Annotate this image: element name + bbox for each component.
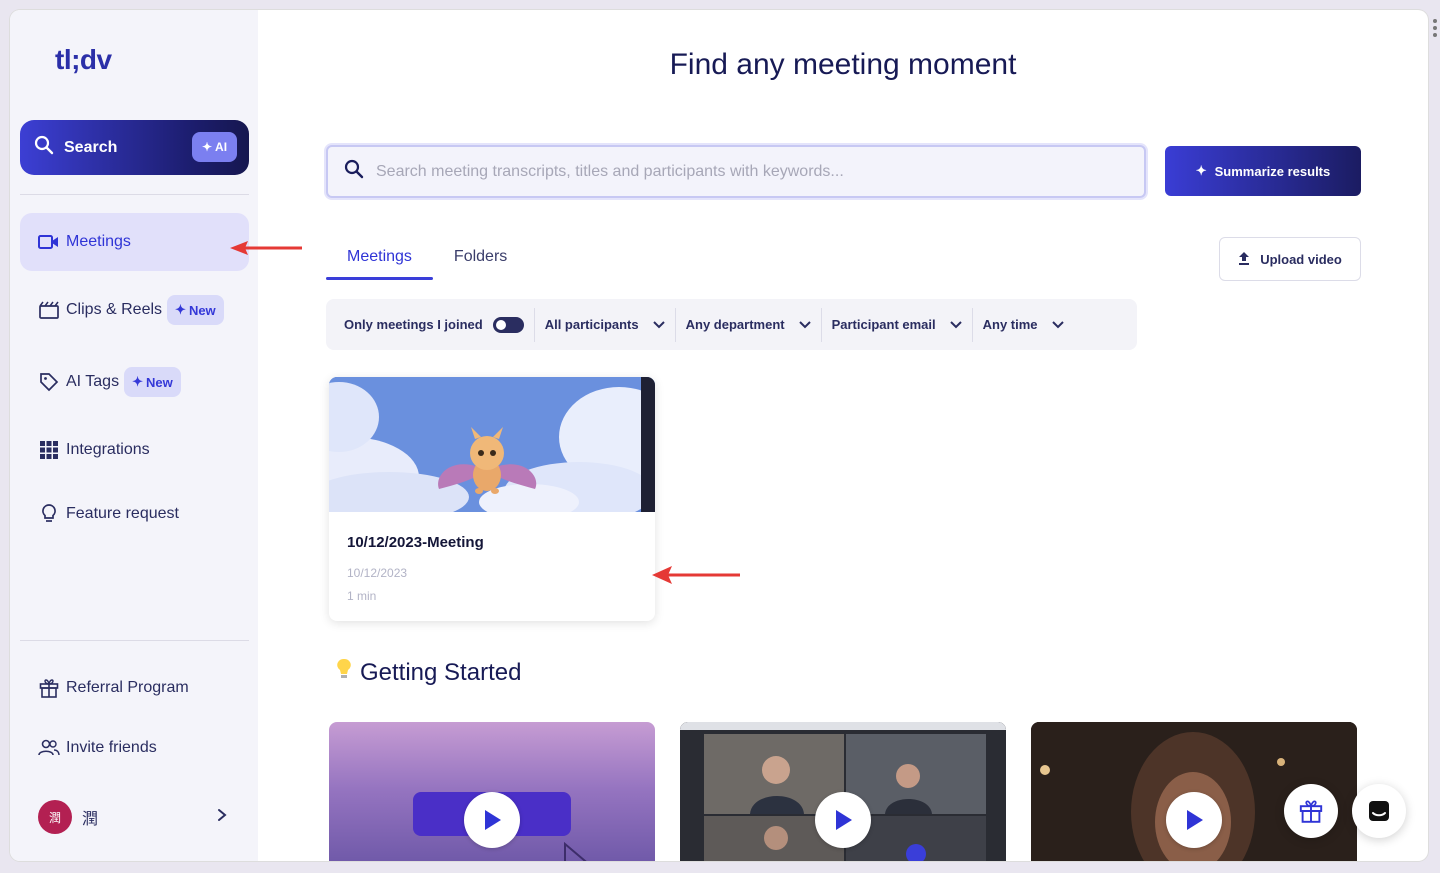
user-menu[interactable]: 潤 潤	[20, 788, 249, 846]
gift-button[interactable]	[1284, 784, 1338, 838]
tabs: Meetings Folders	[326, 238, 528, 280]
getting-started-video[interactable]	[680, 722, 1006, 861]
sidebar-item-label: Clips & Reels	[66, 301, 163, 318]
sidebar-item-label: Feature request	[66, 505, 179, 522]
play-icon	[1187, 810, 1203, 830]
participants-dropdown[interactable]: All participants	[533, 307, 675, 342]
tag-icon	[38, 371, 60, 393]
meeting-duration: 1 min	[347, 589, 377, 603]
participant-email-dropdown[interactable]: Participant email	[820, 307, 972, 342]
new-badge: ✦ New	[167, 295, 224, 325]
tldv-logo[interactable]: tl;dv	[55, 44, 112, 76]
sidebar-item-clips-reels[interactable]: Clips & Reels ✦ New	[20, 281, 249, 339]
sidebar-item-meetings[interactable]: Meetings	[20, 213, 249, 271]
user-name: 潤	[82, 811, 99, 828]
time-label: Any time	[982, 317, 1038, 332]
summarize-results-label: Summarize results	[1214, 163, 1331, 179]
chevron-down-icon	[798, 320, 811, 329]
chat-icon	[1369, 801, 1389, 821]
sidebar-item-invite-friends[interactable]: Invite friends	[20, 719, 249, 777]
sparkle-icon: ✦	[175, 302, 186, 317]
chevron-right-icon	[217, 808, 227, 827]
more-options-icon[interactable]	[1432, 18, 1438, 48]
getting-started-video[interactable]	[329, 722, 655, 861]
lightbulb-icon	[38, 503, 60, 525]
sidebar-item-label: Meetings	[66, 233, 131, 250]
sidebar-item-label: Invite friends	[66, 739, 157, 756]
meeting-thumbnail	[329, 377, 655, 512]
summarize-results-button[interactable]: ✦ Summarize results	[1165, 146, 1361, 196]
gift-icon	[1299, 800, 1323, 823]
sparkle-icon: ✦	[132, 374, 143, 389]
only-joined-toggle[interactable]	[492, 316, 524, 333]
play-icon	[485, 810, 501, 830]
sidebar-divider	[20, 640, 249, 641]
chevron-down-icon	[652, 320, 665, 329]
annotation-arrow	[652, 566, 740, 584]
cursor-icon	[564, 842, 587, 861]
app-window: tl;dv Search ✦ AI Meetings Clips & Reels …	[10, 10, 1428, 861]
main-content: Find any meeting moment ✦ Summarize resu…	[258, 10, 1428, 861]
gift-icon	[38, 677, 60, 699]
search-icon	[34, 135, 54, 160]
sidebar-item-label: AI Tags	[66, 373, 120, 390]
getting-started-label: Getting Started	[360, 658, 522, 686]
tab-folders[interactable]: Folders	[433, 238, 528, 280]
search-nav-button[interactable]: Search ✦ AI	[20, 120, 249, 175]
users-icon	[38, 737, 60, 759]
department-dropdown[interactable]: Any department	[674, 307, 821, 342]
page-title: Find any meeting moment	[669, 48, 1017, 81]
filter-bar: Only meetings I joined All participants …	[326, 299, 1137, 350]
upload-video-label: Upload video	[1260, 251, 1342, 267]
upload-icon	[1238, 251, 1250, 268]
sidebar-item-label: Integrations	[66, 441, 150, 458]
search-nav-label: Search	[64, 138, 118, 156]
getting-started-heading: Getting Started	[336, 657, 521, 688]
participant-email-label: Participant email	[831, 317, 936, 332]
only-joined-label: Only meetings I joined	[344, 317, 483, 332]
sidebar-item-integrations[interactable]: Integrations	[20, 421, 249, 479]
play-button[interactable]	[464, 792, 520, 848]
search-icon	[344, 159, 364, 184]
chevron-down-icon	[949, 320, 962, 329]
play-button[interactable]	[1166, 792, 1222, 848]
search-field[interactable]	[326, 145, 1146, 198]
time-dropdown[interactable]: Any time	[971, 307, 1074, 342]
participants-label: All participants	[544, 317, 639, 332]
lightbulb-icon	[336, 657, 352, 688]
avatar: 潤	[38, 800, 72, 834]
annotation-arrow	[230, 241, 302, 255]
ai-badge: ✦ AI	[192, 132, 237, 162]
department-label: Any department	[685, 317, 785, 332]
grid-icon	[38, 439, 60, 461]
sparkle-icon: ✦	[1195, 163, 1207, 178]
new-badge: ✦ New	[124, 367, 181, 397]
chat-button[interactable]	[1352, 784, 1406, 838]
upload-video-button[interactable]: Upload video	[1219, 237, 1361, 281]
meeting-title: 10/12/2023-Meeting	[347, 534, 484, 551]
sidebar-item-referral-program[interactable]: Referral Program	[20, 659, 249, 717]
play-button[interactable]	[815, 792, 871, 848]
meeting-date: 10/12/2023	[347, 566, 408, 580]
meeting-card[interactable]: 10/12/2023-Meeting 10/12/2023 1 min	[329, 377, 655, 621]
search-input[interactable]	[376, 162, 1096, 181]
sidebar-divider	[20, 194, 249, 195]
sidebar-item-label: Referral Program	[66, 679, 189, 696]
sidebar-item-ai-tags[interactable]: AI Tags ✦ New	[20, 353, 249, 411]
sidebar-item-feature-request[interactable]: Feature request	[20, 485, 249, 543]
chevron-down-icon	[1051, 320, 1064, 329]
clapperboard-icon	[38, 299, 60, 321]
sidebar: tl;dv Search ✦ AI Meetings Clips & Reels …	[10, 10, 258, 861]
video-camera-icon	[38, 231, 60, 253]
only-joined-filter[interactable]: Only meetings I joined	[326, 308, 534, 342]
tab-meetings[interactable]: Meetings	[326, 238, 433, 280]
sparkle-icon: ✦	[201, 140, 213, 154]
play-icon	[836, 810, 852, 830]
